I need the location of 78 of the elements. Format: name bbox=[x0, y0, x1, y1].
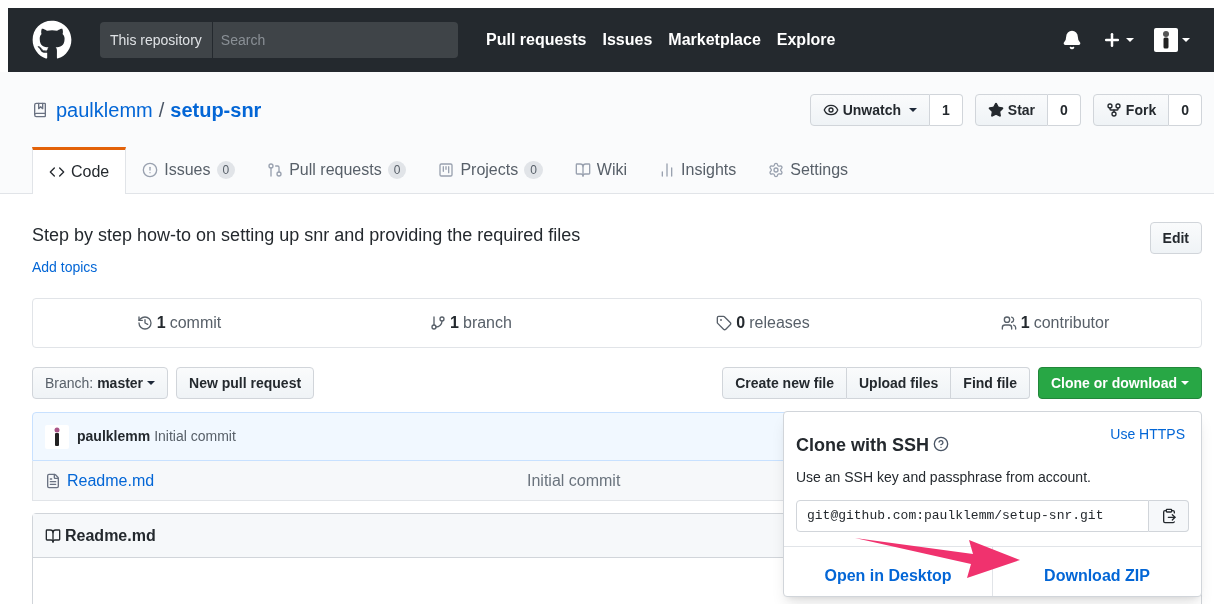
caret-icon bbox=[1182, 38, 1190, 42]
new-pull-request-button[interactable]: New pull request bbox=[176, 367, 315, 399]
search-field[interactable]: Search bbox=[212, 22, 458, 58]
counter: 0 bbox=[216, 160, 236, 179]
watch-button[interactable]: Unwatch bbox=[809, 94, 931, 126]
repository-description: Step by step how-to on setting up snr and providing the required files bbox=[32, 224, 581, 247]
summary-link[interactable]: 1 branch bbox=[325, 311, 617, 335]
tag-icon bbox=[716, 315, 733, 331]
book-icon bbox=[45, 527, 61, 544]
count-label[interactable]: 0 bbox=[1169, 94, 1202, 126]
popover-title: Clone with SSH bbox=[796, 434, 929, 457]
clipboard-icon bbox=[1160, 508, 1177, 524]
repository-tab[interactable]: Projects 0 bbox=[422, 146, 559, 193]
nav-link[interactable]: Issues bbox=[602, 28, 653, 52]
new-menu-button[interactable] bbox=[1102, 30, 1134, 50]
path-separator: / bbox=[158, 98, 165, 123]
readme-title: Readme.md bbox=[65, 525, 156, 546]
people-icon bbox=[1000, 315, 1017, 331]
add-topics-link[interactable]: Add topics bbox=[32, 257, 581, 278]
nav-link[interactable]: Marketplace bbox=[668, 28, 761, 52]
file-action-button[interactable]: Upload files bbox=[846, 367, 952, 399]
file-icon bbox=[45, 472, 61, 489]
summary-link[interactable]: 1 contributor bbox=[909, 311, 1201, 335]
use-https-link[interactable]: Use HTTPS bbox=[1110, 424, 1185, 445]
fork-icon bbox=[1105, 102, 1122, 118]
avatar-menu-button[interactable] bbox=[1154, 28, 1190, 52]
avatar-figure bbox=[45, 424, 69, 449]
github-logo[interactable] bbox=[32, 20, 72, 60]
branch-icon bbox=[430, 315, 447, 331]
branch-select-button[interactable]: Branch: master bbox=[32, 367, 169, 399]
star-icon bbox=[987, 102, 1004, 118]
caret-icon bbox=[1181, 381, 1189, 385]
repository-tab[interactable]: Settings bbox=[752, 146, 865, 193]
caret-icon bbox=[1126, 38, 1134, 42]
file-action-button[interactable]: Create new file bbox=[722, 367, 847, 399]
help-icon[interactable] bbox=[933, 436, 949, 452]
file-action-button[interactable]: Find file bbox=[951, 367, 1030, 399]
commit-message[interactable]: Initial commit bbox=[154, 426, 236, 447]
file-name-link[interactable]: Readme.md bbox=[67, 468, 527, 493]
issue-icon bbox=[142, 161, 159, 178]
nav-link[interactable]: Explore bbox=[776, 28, 836, 52]
summary-link[interactable]: 0 releases bbox=[617, 311, 909, 335]
repository-name-link[interactable]: setup-snr bbox=[170, 95, 262, 125]
fork-button[interactable]: Fork bbox=[1092, 94, 1170, 126]
edit-button[interactable]: Edit bbox=[1149, 222, 1202, 254]
eye-icon bbox=[822, 102, 839, 118]
nav-link[interactable]: Pull requests bbox=[486, 28, 587, 52]
open-in-desktop-link[interactable]: Open in Desktop bbox=[824, 563, 952, 588]
pull-request-icon bbox=[267, 161, 284, 178]
history-icon bbox=[136, 315, 153, 331]
clone-url-field[interactable]: git@github.com:paulklemm/setup-snr.git bbox=[796, 500, 1149, 532]
repository-tab[interactable]: Pull requests 0 bbox=[251, 146, 423, 193]
code-icon bbox=[49, 164, 65, 180]
caret-icon bbox=[909, 108, 918, 112]
copy-button[interactable] bbox=[1149, 500, 1189, 532]
repository-tab[interactable]: Wiki bbox=[558, 146, 644, 193]
count-label[interactable]: 1 bbox=[930, 94, 963, 126]
download-zip-link[interactable]: Download ZIP bbox=[1044, 563, 1150, 588]
repository-tab[interactable]: Code bbox=[32, 147, 127, 194]
counter: 0 bbox=[387, 160, 407, 179]
search-scope-label: This repository bbox=[100, 22, 213, 58]
repository-icon bbox=[32, 102, 48, 118]
counter: 0 bbox=[524, 160, 543, 179]
popover-description: Use an SSH key and passphrase from account. bbox=[796, 468, 1092, 487]
settings-icon bbox=[768, 161, 785, 178]
commit-author[interactable]: paulklemm bbox=[77, 426, 151, 447]
owner-link[interactable]: paulklemm bbox=[56, 95, 153, 125]
bell-icon[interactable] bbox=[1062, 30, 1082, 50]
file-commit-message[interactable]: Initial commit bbox=[527, 468, 621, 493]
caret-icon bbox=[147, 381, 156, 385]
repository-tab[interactable]: Issues 0 bbox=[126, 146, 252, 193]
plus-icon bbox=[1102, 30, 1122, 50]
summary-link[interactable]: 1 commit bbox=[33, 311, 325, 335]
repository-tab[interactable]: Insights bbox=[643, 146, 753, 193]
book-icon bbox=[574, 161, 591, 178]
count-label[interactable]: 0 bbox=[1048, 94, 1081, 126]
project-board-icon bbox=[438, 161, 455, 178]
star-button[interactable]: Star bbox=[974, 94, 1049, 126]
